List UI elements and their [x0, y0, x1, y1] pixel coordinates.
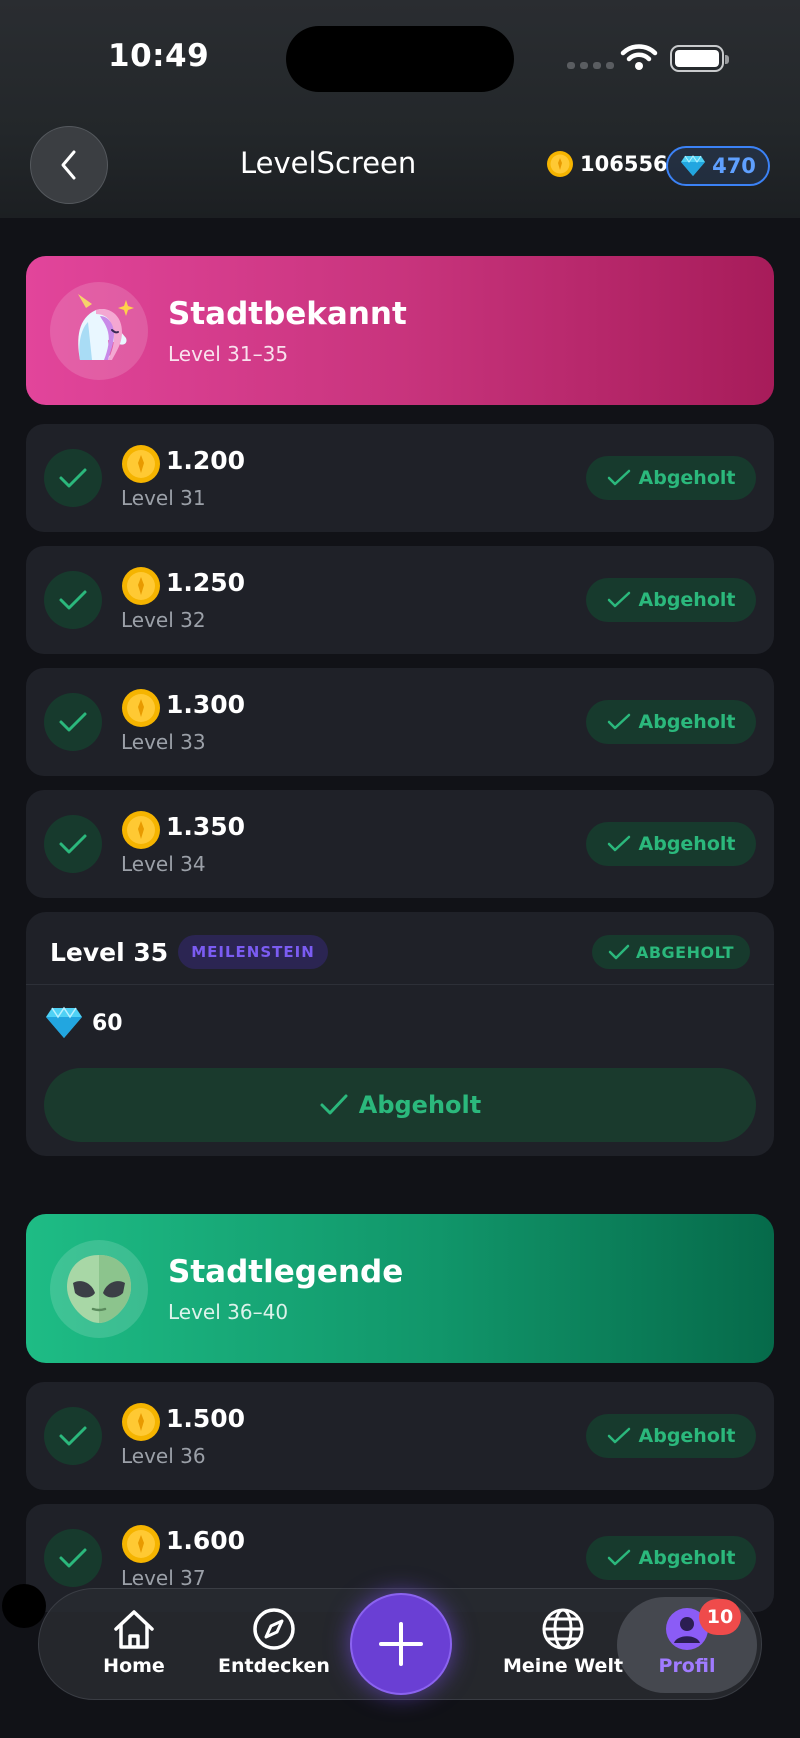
coin-icon: [122, 1525, 160, 1563]
reward-row: 1.250 Level 32 Abgeholt: [26, 546, 774, 654]
unicorn-icon: [50, 282, 148, 380]
claimed-button[interactable]: Abgeholt: [586, 456, 756, 500]
check-icon: [44, 1529, 102, 1587]
check-icon: [44, 815, 102, 873]
milestone-status-label: ABGEHOLT: [635, 942, 735, 962]
cellular-signal-icon: [567, 62, 614, 69]
claimed-button[interactable]: Abgeholt: [586, 822, 756, 866]
claimed-label: Abgeholt: [638, 589, 736, 611]
claimed-button[interactable]: Abgeholt: [586, 1536, 756, 1580]
milestone-claimed-button[interactable]: Abgeholt: [44, 1068, 756, 1142]
check-icon: [607, 835, 630, 852]
coin-icon: [122, 1403, 160, 1441]
coin-balance: 106556: [546, 150, 668, 178]
chevron-left-icon: [61, 150, 76, 180]
coin-balance-value: 106556: [580, 152, 668, 176]
claimed-button[interactable]: Abgeholt: [586, 700, 756, 744]
reward-row: 1.350 Level 34 Abgeholt: [26, 790, 774, 898]
reward-row: 1.200 Level 31 Abgeholt: [26, 424, 774, 532]
coin-icon: [547, 151, 573, 177]
milestone-tag: MEILENSTEIN: [178, 935, 328, 969]
tab-home[interactable]: Home: [79, 1607, 189, 1677]
notification-badge: 10: [699, 1599, 741, 1635]
gem-balance[interactable]: 470: [666, 146, 770, 186]
tier-banner-stadtlegende: Stadtlegende Level 36–40: [26, 1214, 774, 1363]
status-time: 10:49: [108, 38, 210, 74]
reward-level: Level 36: [121, 1444, 206, 1468]
check-icon: [607, 591, 630, 608]
tier-banner-stadtbekannt: Stadtbekannt Level 31–35: [26, 256, 774, 405]
alien-icon: [50, 1240, 148, 1338]
tier-range: Level 31–35: [168, 342, 289, 366]
claimed-label: Abgeholt: [638, 467, 736, 489]
add-button[interactable]: [350, 1593, 452, 1695]
back-button[interactable]: [30, 126, 108, 204]
level-list[interactable]: Stadtbekannt Level 31–35 1.200 Level 31 …: [0, 218, 800, 1738]
reward-level: Level 37: [121, 1566, 206, 1590]
milestone-gem-value: 60: [92, 1010, 123, 1036]
reward-amount: 1.250: [166, 568, 246, 597]
coin-icon: [122, 567, 160, 605]
reward-level: Level 34: [121, 852, 206, 876]
check-icon: [44, 571, 102, 629]
reward-row: 1.500 Level 36 Abgeholt: [26, 1382, 774, 1490]
plus-icon: [379, 1622, 423, 1666]
diamond-icon: [681, 155, 706, 176]
tab-my-world-label: Meine Welt: [502, 1655, 624, 1677]
reward-level: Level 31: [121, 486, 206, 510]
check-icon: [44, 693, 102, 751]
reward-amount: 1.350: [166, 812, 246, 841]
check-icon: [44, 1407, 102, 1465]
check-icon: [608, 944, 630, 960]
coin-icon: [122, 445, 160, 483]
coin-icon: [122, 811, 160, 849]
reward-level: Level 33: [121, 730, 206, 754]
milestone-level: Level 35: [50, 938, 169, 967]
tab-home-label: Home: [103, 1655, 165, 1677]
claimed-button[interactable]: Abgeholt: [586, 1414, 756, 1458]
tab-profile-label: Profil: [658, 1655, 716, 1677]
milestone-button-label: Abgeholt: [358, 1091, 482, 1119]
check-icon: [607, 469, 630, 486]
divider: [26, 984, 774, 985]
check-icon: [44, 449, 102, 507]
reward-level: Level 32: [121, 608, 206, 632]
tab-bar: Home Entdecken Meine Welt Profil 10: [38, 1588, 762, 1700]
reward-row: 1.300 Level 33 Abgeholt: [26, 668, 774, 776]
reward-amount: 1.500: [166, 1404, 246, 1433]
check-icon: [607, 1427, 630, 1444]
dynamic-island: [286, 26, 514, 92]
coin-icon: [122, 689, 160, 727]
wifi-icon: [620, 44, 658, 70]
globe-icon: [542, 1608, 584, 1650]
reward-amount: 1.200: [166, 446, 246, 475]
compass-icon: [253, 1608, 295, 1650]
reward-amount: 1.300: [166, 690, 246, 719]
tier-name: Stadtbekannt: [168, 296, 407, 332]
claimed-label: Abgeholt: [638, 833, 736, 855]
gem-balance-value: 470: [712, 154, 756, 178]
tab-explore[interactable]: Entdecken: [199, 1607, 349, 1677]
milestone-reward: 60: [44, 1006, 123, 1040]
page-title: LevelScreen: [240, 146, 417, 180]
status-bar: 10:49: [0, 0, 800, 118]
home-icon: [114, 1610, 154, 1649]
claimed-label: Abgeholt: [638, 1547, 736, 1569]
battery-icon: [670, 45, 729, 72]
reward-amount: 1.600: [166, 1526, 246, 1555]
tier-name: Stadtlegende: [168, 1254, 404, 1290]
check-icon: [320, 1094, 348, 1115]
milestone-status-badge: ABGEHOLT: [592, 935, 750, 969]
tier-range: Level 36–40: [168, 1300, 289, 1324]
tab-explore-label: Entdecken: [218, 1655, 330, 1677]
check-icon: [607, 1549, 630, 1566]
milestone-card: Level 35 MEILENSTEIN ABGEHOLT 60 Abgehol…: [26, 912, 774, 1156]
claimed-button[interactable]: Abgeholt: [586, 578, 756, 622]
claimed-label: Abgeholt: [638, 1425, 736, 1447]
diamond-icon: [46, 1006, 82, 1038]
check-icon: [607, 713, 630, 730]
touch-indicator: [2, 1584, 46, 1628]
claimed-label: Abgeholt: [638, 711, 736, 733]
